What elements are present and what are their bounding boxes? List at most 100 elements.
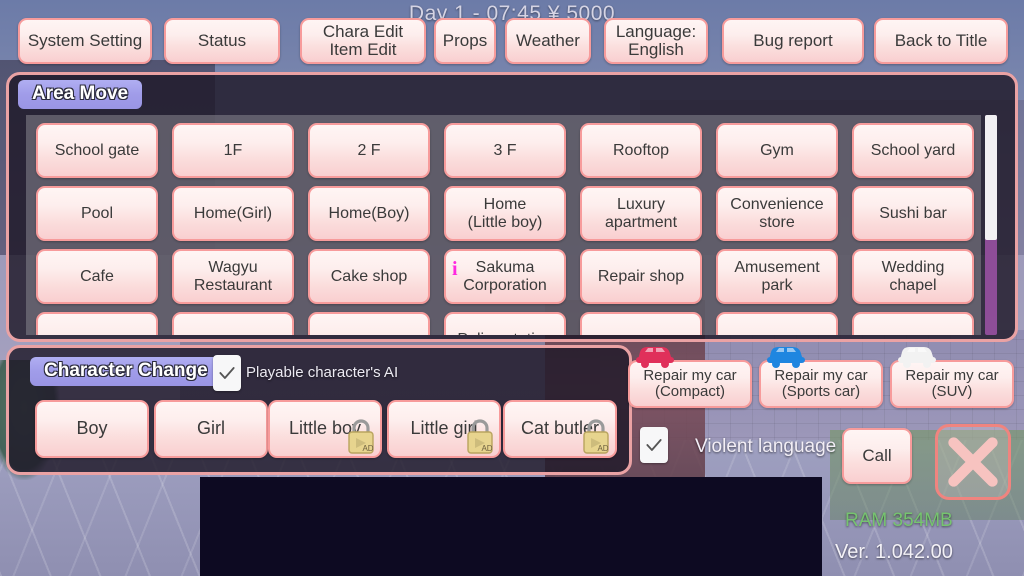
- area-button-home-boy[interactable]: Home(Boy): [308, 186, 430, 241]
- area-button-label: Repair shop: [597, 267, 685, 285]
- repair-car-button-repair-my-car-suv[interactable]: Repair my car (SUV): [890, 347, 1014, 408]
- area-button[interactable]: [308, 312, 430, 335]
- area-button-sakuma-corporation[interactable]: i Sakuma Corporation: [444, 249, 566, 304]
- area-button-school-yard[interactable]: School yard: [852, 123, 974, 178]
- area-button-2-f[interactable]: 2 F: [308, 123, 430, 178]
- area-button[interactable]: [580, 312, 702, 335]
- area-button-label: Sakuma Corporation: [463, 259, 547, 294]
- close-button[interactable]: [935, 424, 1011, 500]
- area-button[interactable]: [852, 312, 974, 335]
- repair-car-button-label: Repair my car (SUV): [905, 366, 999, 400]
- area-button-police-station[interactable]: Police station: [444, 312, 566, 335]
- svg-text:AD: AD: [362, 444, 373, 453]
- area-button-convenience-store[interactable]: Convenience store: [716, 186, 838, 241]
- toolbar-button-label: Language: English: [615, 21, 697, 59]
- area-button[interactable]: [36, 312, 158, 335]
- toolbar-button-label: Chara Edit Item Edit: [322, 21, 404, 59]
- repair-car-button-repair-my-car-compact[interactable]: Repair my car (Compact): [628, 347, 752, 408]
- ad-lock-icon: AD: [579, 417, 613, 455]
- character-button-little-girl[interactable]: Little girl AD: [387, 400, 501, 458]
- area-button-label: Luxury apartment: [604, 196, 678, 231]
- playable-character-ai-label: Playable character's AI: [246, 364, 399, 381]
- area-button-label: Gym: [760, 141, 794, 159]
- area-button-home-girl[interactable]: Home(Girl): [172, 186, 294, 241]
- svg-text:AD: AD: [481, 444, 492, 453]
- toolbar-button-system-setting[interactable]: System Setting: [18, 18, 152, 64]
- area-button-school-gate[interactable]: School gate: [36, 123, 158, 178]
- toolbar-button-language-english[interactable]: Language: English: [604, 18, 708, 64]
- top-toolbar: System Setting Status Chara Edit Item Edit P…: [0, 18, 1024, 70]
- area-button-wagyu-restaurant[interactable]: Wagyu Restaurant: [172, 249, 294, 304]
- area-button-label: Amusement park: [734, 259, 820, 294]
- character-change-title: Character Change: [30, 357, 222, 386]
- repair-car-button-repair-my-car-sports-car[interactable]: Repair my car (Sports car): [759, 347, 883, 408]
- ram-indicator: RAM 354MB: [845, 510, 953, 531]
- area-move-scrollbar-thumb[interactable]: [985, 115, 997, 240]
- area-move-grid: School gate 1F 2 F 3 F Rooftop Gym School yard…: [26, 115, 981, 335]
- character-button-boy[interactable]: Boy: [35, 400, 149, 458]
- repair-car-button-label: Repair my car (Compact): [643, 366, 737, 400]
- toolbar-button-status[interactable]: Status: [164, 18, 280, 64]
- area-grid-row: Cafe Wagyu Restaurant Cake shop i Sakuma Corpo…: [26, 249, 981, 312]
- area-button-label: Home (Little boy): [467, 196, 543, 231]
- version-label: Ver. 1.042.00: [835, 541, 953, 563]
- area-button-label: Home(Boy): [328, 204, 410, 222]
- area-button-label: 2 F: [357, 141, 381, 159]
- toolbar-button-label: Props: [442, 30, 488, 50]
- ad-lock-icon: AD: [344, 417, 378, 455]
- area-button-amusement-park[interactable]: Amusement park: [716, 249, 838, 304]
- toolbar-button-bug-report[interactable]: Bug report: [722, 18, 864, 64]
- area-button-label: Convenience store: [730, 196, 824, 231]
- toolbar-button-weather[interactable]: Weather: [505, 18, 591, 64]
- close-x-icon: [948, 437, 998, 487]
- area-move-scrollbar[interactable]: [985, 115, 997, 335]
- car-icon-blue: [763, 340, 809, 368]
- toolbar-button-label: System Setting: [27, 30, 143, 50]
- area-button-label: Wagyu Restaurant: [193, 259, 273, 294]
- area-grid-row: Police station: [26, 312, 981, 335]
- playable-character-ai-checkbox[interactable]: [213, 355, 241, 391]
- toolbar-button-label: Back to Title: [894, 30, 988, 50]
- area-button-cake-shop[interactable]: Cake shop: [308, 249, 430, 304]
- game-screen: Day 1 - 07:45 ¥ 5000 System Setting Statu…: [0, 0, 1024, 576]
- area-button-rooftop[interactable]: Rooftop: [580, 123, 702, 178]
- area-button-label: School gate: [54, 141, 140, 159]
- toolbar-button-label: Bug report: [753, 30, 833, 50]
- area-button-gym[interactable]: Gym: [716, 123, 838, 178]
- area-button-label: Pool: [80, 204, 114, 222]
- area-button-label: Cafe: [80, 267, 114, 285]
- car-icon-white: [894, 340, 940, 368]
- violent-language-checkbox[interactable]: [640, 427, 668, 463]
- area-button-sushi-bar[interactable]: Sushi bar: [852, 186, 974, 241]
- area-button-pool[interactable]: Pool: [36, 186, 158, 241]
- toolbar-button-props[interactable]: Props: [434, 18, 496, 64]
- area-button-cafe[interactable]: Cafe: [36, 249, 158, 304]
- area-button-wedding-chapel[interactable]: Wedding chapel: [852, 249, 974, 304]
- car-icon-red: [632, 340, 678, 368]
- dialogue-box: [200, 477, 822, 576]
- svg-text:AD: AD: [597, 444, 608, 453]
- toolbar-button-label: Weather: [516, 30, 580, 50]
- toolbar-button-chara-edit-item-edit[interactable]: Chara Edit Item Edit: [300, 18, 426, 64]
- area-button[interactable]: [172, 312, 294, 335]
- call-button[interactable]: Call: [842, 428, 912, 484]
- area-button-label: Home(Girl): [193, 204, 273, 222]
- checkmark-icon: [646, 439, 662, 451]
- area-button-repair-shop[interactable]: Repair shop: [580, 249, 702, 304]
- character-button-girl[interactable]: Girl: [154, 400, 268, 458]
- toolbar-button-back-to-title[interactable]: Back to Title: [874, 18, 1008, 64]
- character-button-cat-butler[interactable]: Cat butler AD: [503, 400, 617, 458]
- area-button-1f[interactable]: 1F: [172, 123, 294, 178]
- area-button-luxury-apartment[interactable]: Luxury apartment: [580, 186, 702, 241]
- ad-lock-icon: AD: [463, 417, 497, 455]
- character-button-little-boy[interactable]: Little boy AD: [268, 400, 382, 458]
- area-button-3-f[interactable]: 3 F: [444, 123, 566, 178]
- area-button-home-little-boy[interactable]: Home (Little boy): [444, 186, 566, 241]
- info-icon: i: [452, 258, 458, 280]
- area-button-label: School yard: [870, 141, 956, 159]
- repair-car-button-label: Repair my car (Sports car): [774, 366, 868, 400]
- checkmark-icon: [219, 367, 235, 379]
- area-grid-row: School gate 1F 2 F 3 F Rooftop Gym School yard: [26, 123, 981, 186]
- area-button[interactable]: [716, 312, 838, 335]
- area-grid-row: Pool Home(Girl) Home(Boy) Home (Little boy) L…: [26, 186, 981, 249]
